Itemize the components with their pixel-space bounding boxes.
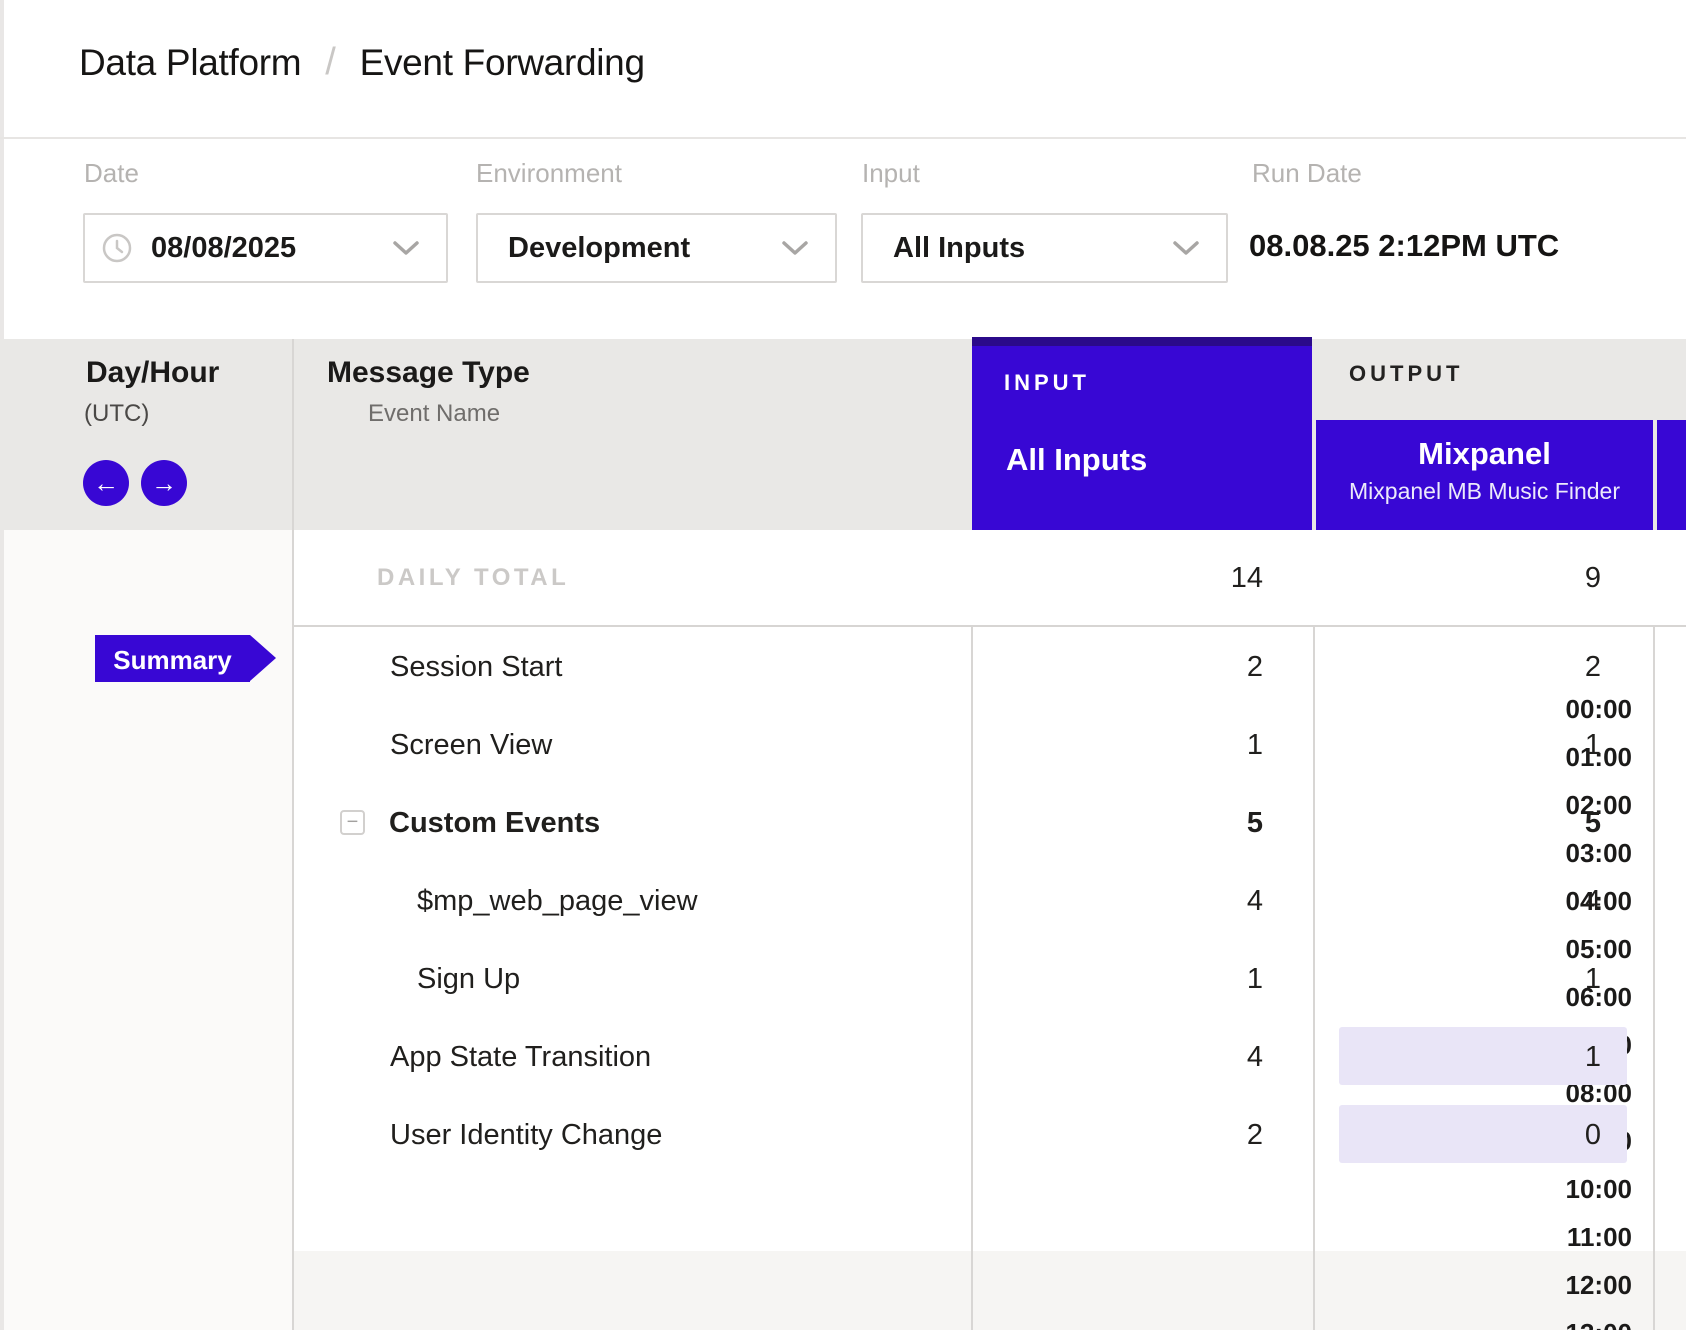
- message-type-column-title: Message Type: [327, 356, 530, 390]
- output-count: 2: [1401, 651, 1601, 684]
- table-row-custom-events: − Custom Events 5 5: [294, 783, 1686, 861]
- output-column-header-mixpanel[interactable]: Mixpanel Mixpanel MB Music Finder: [1316, 420, 1653, 530]
- environment-value: Development: [508, 232, 690, 265]
- output-count: 4: [1401, 885, 1601, 918]
- event-name-subtitle: Event Name: [368, 400, 500, 428]
- breadcrumb-data-platform[interactable]: Data Platform: [79, 42, 301, 84]
- output-count: 1: [1401, 729, 1601, 762]
- input-count: 4: [1063, 885, 1263, 918]
- input-column-name: All Inputs: [1006, 442, 1147, 478]
- next-day-button[interactable]: →: [141, 460, 187, 506]
- hour-row-12[interactable]: 12:00: [1472, 1270, 1632, 1301]
- input-count: 5: [1063, 807, 1263, 840]
- run-date-value: 08.08.25 2:12PM UTC: [1249, 228, 1559, 264]
- event-label: $mp_web_page_view: [417, 885, 698, 918]
- input-count: 4: [1063, 1041, 1263, 1074]
- event-label: Session Start: [390, 651, 562, 684]
- output-section-label: OUTPUT: [1349, 361, 1463, 387]
- arrow-left-icon: ←: [93, 470, 119, 496]
- table-row-user-identity-change: User Identity Change 2 0: [294, 1095, 1686, 1173]
- hour-row-10[interactable]: 10:00: [1472, 1174, 1632, 1205]
- event-forwarding-page: Data Platform / Event Forwarding Date En…: [0, 0, 1686, 1330]
- daily-total-output-count: 9: [1401, 562, 1601, 595]
- input-column-accent-strip: [972, 337, 1312, 346]
- input-dropdown[interactable]: All Inputs: [861, 213, 1228, 283]
- previous-day-button[interactable]: ←: [83, 460, 129, 506]
- daily-total-label: DAILY TOTAL: [377, 564, 569, 592]
- breadcrumb: Data Platform / Event Forwarding: [79, 41, 645, 84]
- output-count: 1: [1401, 1041, 1601, 1074]
- environment-filter-label: Environment: [476, 158, 622, 189]
- table-row-sign-up: Sign Up 1 1: [294, 939, 1686, 1017]
- input-filter-label: Input: [862, 158, 920, 189]
- daily-total-row: DAILY TOTAL 14 9: [294, 530, 1686, 627]
- environment-dropdown[interactable]: Development: [476, 213, 837, 283]
- input-count: 2: [1063, 1119, 1263, 1152]
- output-column-subtitle: Mixpanel MB Music Finder: [1316, 478, 1653, 505]
- date-dropdown[interactable]: 08/08/2025: [83, 213, 448, 283]
- breadcrumb-event-forwarding[interactable]: Event Forwarding: [360, 42, 645, 84]
- output-count: 0: [1401, 1119, 1601, 1152]
- input-count: 1: [1063, 963, 1263, 996]
- day-hour-timezone: (UTC): [84, 400, 149, 428]
- table-row-mp-web-page-view: $mp_web_page_view 4 4: [294, 861, 1686, 939]
- daily-total-input-count: 14: [1063, 562, 1263, 595]
- table-row-screen-view: Screen View 1 1: [294, 705, 1686, 783]
- event-label: App State Transition: [390, 1041, 651, 1074]
- date-filter-label: Date: [84, 158, 139, 189]
- chevron-down-icon: [781, 239, 809, 257]
- output-column-header-next-partial[interactable]: [1657, 420, 1686, 530]
- collapse-toggle-icon[interactable]: −: [340, 810, 365, 835]
- chevron-down-icon: [392, 239, 420, 257]
- output-count: 1: [1401, 963, 1601, 996]
- output-count: 5: [1401, 807, 1601, 840]
- summary-row-selector[interactable]: Summary: [95, 635, 276, 682]
- run-date-label: Run Date: [1252, 158, 1362, 189]
- hour-row-13[interactable]: 13:00: [1472, 1318, 1632, 1330]
- event-label: Screen View: [390, 729, 552, 762]
- output-column-name: Mixpanel: [1316, 436, 1653, 472]
- input-count: 1: [1063, 729, 1263, 762]
- event-label: Sign Up: [417, 963, 520, 996]
- clock-icon: [101, 232, 133, 264]
- event-label: User Identity Change: [390, 1119, 662, 1152]
- input-column-header[interactable]: INPUT All Inputs: [972, 337, 1312, 530]
- day-hour-column-title: Day/Hour: [86, 356, 219, 390]
- chevron-down-icon: [1172, 239, 1200, 257]
- header-divider: [0, 137, 1686, 139]
- summary-badge-arrow: [250, 635, 276, 681]
- input-value: All Inputs: [893, 232, 1025, 265]
- input-section-label: INPUT: [1004, 370, 1090, 396]
- arrow-right-icon: →: [151, 470, 177, 496]
- date-value: 08/08/2025: [151, 232, 296, 265]
- table-row-app-state-transition: App State Transition 4 1: [294, 1017, 1686, 1095]
- table-row-session-start: Session Start 2 2: [294, 627, 1686, 705]
- event-label: Custom Events: [389, 807, 600, 840]
- hour-row-11[interactable]: 11:00: [1472, 1222, 1632, 1253]
- summary-badge-label: Summary: [95, 645, 250, 676]
- breadcrumb-separator: /: [325, 41, 335, 84]
- input-count: 2: [1063, 651, 1263, 684]
